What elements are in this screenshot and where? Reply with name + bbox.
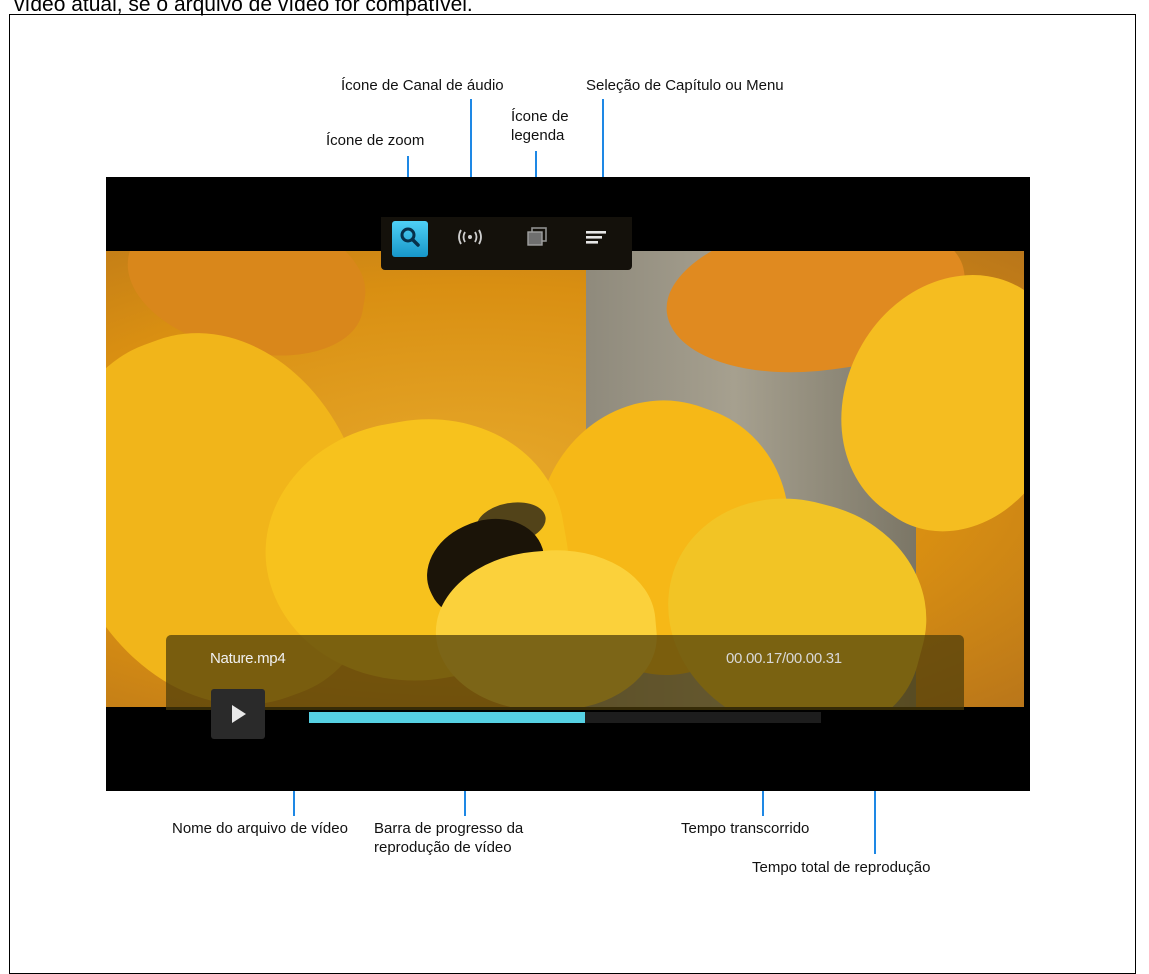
progress-bar[interactable]: [309, 712, 821, 723]
search-icon: [399, 226, 421, 253]
playback-info-bar: [166, 635, 964, 710]
audio-channel-button[interactable]: [452, 221, 488, 257]
subtitle-icon: [526, 226, 548, 252]
play-icon: [231, 704, 247, 729]
callout-video-filename: Nome do arquivo de vídeo: [172, 820, 348, 837]
chapter-menu-button[interactable]: [578, 221, 614, 257]
callout-audio-channel: Ícone de Canal de áudio: [341, 77, 504, 94]
zoom-button[interactable]: [392, 221, 428, 257]
callout-total-time: Tempo total de reprodução: [752, 859, 931, 876]
time-display: 00.00.17/00.00.31: [726, 650, 842, 667]
callout-subtitle-icon: Ícone de legenda: [511, 108, 569, 144]
play-button[interactable]: [211, 689, 265, 739]
video-filename: Nature.mp4: [210, 650, 286, 667]
subtitle-button[interactable]: [519, 221, 555, 257]
callout-elapsed-time: Tempo transcorrido: [681, 820, 810, 837]
video-player-screen: Nature.mp4 00.00.17/00.00.31: [106, 177, 1030, 791]
callout-chapter-menu: Seleção de Capítulo ou Menu: [586, 77, 784, 94]
progress-bar-fill: [309, 712, 586, 723]
callout-zoom-icon: Ícone de zoom: [326, 132, 425, 149]
menu-icon: [584, 229, 608, 250]
audio-channel-icon: [453, 227, 487, 252]
callout-progress-bar: Barra de progresso da reprodução de víde…: [374, 820, 524, 856]
